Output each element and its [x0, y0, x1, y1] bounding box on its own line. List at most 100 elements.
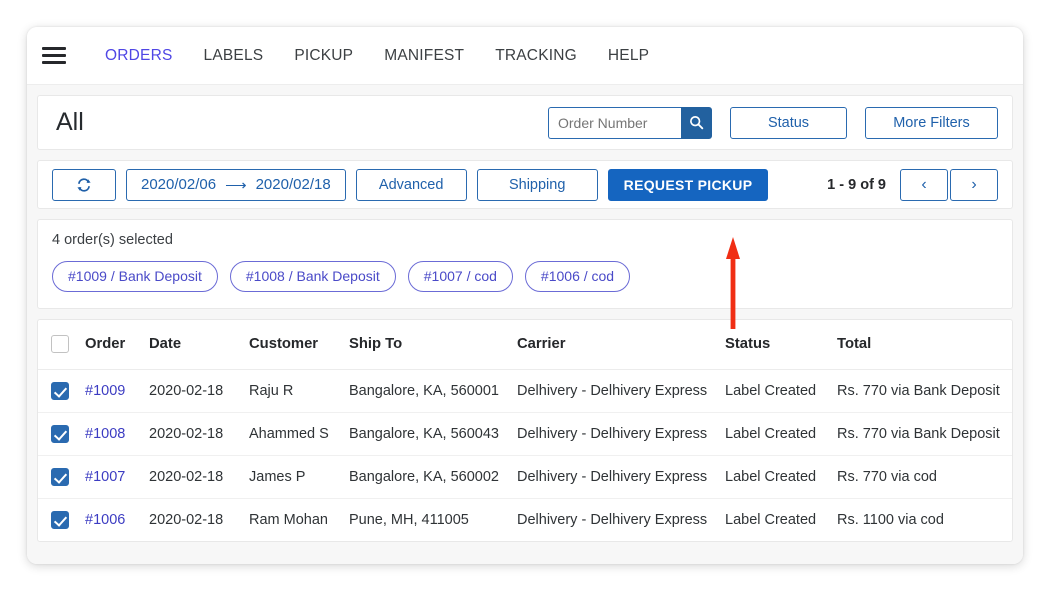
row-select-cell — [38, 499, 85, 542]
date-to-label: 2020/02/18 — [255, 176, 331, 193]
status-filter-button[interactable]: Status — [730, 106, 847, 139]
nav-item-tracking[interactable]: TRACKING — [489, 47, 583, 65]
table-row[interactable]: #1009 2020-02-18 Raju R Bangalore, KA, 5600… — [38, 369, 1012, 413]
selected-count-label: 4 order(s) selected — [52, 232, 173, 248]
date-range-filter[interactable]: 2020/02/06 ⟶ 2020/02/18 — [126, 168, 346, 201]
cell-ship-to: Bangalore, KA, 560002 — [349, 455, 517, 499]
search-button[interactable] — [681, 106, 712, 139]
table-header-row: Order Date Customer Ship To Carrier Stat… — [38, 320, 1012, 370]
column-header-status[interactable]: Status — [725, 320, 837, 370]
selected-order-chip[interactable]: #1008 / Bank Deposit — [229, 261, 396, 292]
row-select-cell — [38, 369, 85, 413]
row-select-checkbox[interactable] — [51, 382, 69, 400]
select-all-header — [38, 320, 85, 370]
cell-customer: James P — [249, 455, 349, 499]
cell-status: Label Created — [725, 512, 817, 528]
cell-carrier: Delhivery - Delhivery Express — [517, 369, 725, 413]
column-header-order[interactable]: Order — [85, 320, 149, 370]
date-range-arrow-icon: ⟶ — [225, 176, 247, 194]
cell-total: Rs. 770 via Bank Deposit — [837, 412, 1012, 456]
orders-table: Order Date Customer Ship To Carrier Stat… — [38, 320, 1012, 541]
selected-order-chip[interactable]: #1009 / Bank Deposit — [52, 261, 218, 292]
cell-carrier: Delhivery - Delhivery Express — [517, 412, 725, 456]
cell-total: Rs. 770 via Bank Deposit — [837, 369, 1012, 413]
toolbar-bar: 2020/02/06 ⟶ 2020/02/18 Advanced Shippin… — [37, 160, 1013, 209]
column-header-total[interactable]: Total — [837, 320, 1012, 370]
nav-item-pickup[interactable]: PICKUP — [288, 47, 359, 65]
cell-order: #1007 — [85, 455, 149, 499]
advanced-button[interactable]: Advanced — [355, 168, 467, 201]
pagination-previous-button[interactable]: ‹ — [900, 168, 948, 201]
nav-item-labels[interactable]: LABELS — [198, 47, 270, 65]
date-from-label: 2020/02/06 — [141, 176, 217, 193]
orders-table-body: #1009 2020-02-18 Raju R Bangalore, KA, 5600… — [38, 369, 1012, 542]
row-select-checkbox[interactable] — [51, 511, 69, 529]
selected-order-chip[interactable]: #1007 / cod — [407, 261, 513, 292]
column-header-customer[interactable]: Customer — [249, 320, 349, 370]
cell-carrier: Delhivery - Delhivery Express — [517, 512, 708, 528]
cell-customer: Ahammed S — [249, 412, 349, 456]
search-group — [548, 106, 712, 139]
cell-carrier: Delhivery - Delhivery Express — [517, 455, 725, 499]
hamburger-menu-icon[interactable] — [35, 37, 73, 75]
hamburger-bar — [42, 47, 66, 50]
nav-item-help[interactable]: HELP — [602, 47, 655, 65]
top-navigation-bar: ORDERS LABELS PICKUP MANIFEST TRACKING H… — [27, 27, 1023, 85]
cell-ship-to: Bangalore, KA, 560043 — [349, 412, 517, 456]
cell-status: Label Created — [725, 412, 837, 456]
table-row[interactable]: #1008 2020-02-18 Ahammed S Bangalore, KA, 5… — [38, 412, 1012, 456]
row-select-cell — [38, 412, 85, 456]
cell-date: 2020-02-18 — [149, 455, 249, 499]
app-window: ORDERS LABELS PICKUP MANIFEST TRACKING H… — [27, 27, 1023, 564]
cell-order: #1006 — [85, 499, 149, 542]
pagination: 1 - 9 of 9 ‹ › — [827, 168, 998, 201]
nav-item-manifest[interactable]: MANIFEST — [378, 47, 470, 65]
page-title: All — [56, 108, 84, 136]
orders-table-panel: Order Date Customer Ship To Carrier Stat… — [37, 319, 1013, 542]
column-header-date[interactable]: Date — [149, 320, 249, 370]
select-all-checkbox[interactable] — [51, 335, 69, 353]
order-link[interactable]: #1006 — [85, 512, 125, 528]
page-header-bar: All Status More Filters — [37, 95, 1013, 150]
cell-order: #1008 — [85, 412, 149, 456]
search-input[interactable] — [548, 106, 681, 139]
search-icon — [690, 116, 704, 130]
column-header-ship-to[interactable]: Ship To — [349, 320, 517, 370]
shipping-button[interactable]: Shipping — [476, 168, 598, 201]
row-select-checkbox[interactable] — [51, 425, 69, 443]
row-select-cell — [38, 455, 85, 499]
hamburger-bar — [42, 61, 66, 64]
orders-table-head: Order Date Customer Ship To Carrier Stat… — [38, 320, 1012, 370]
selection-summary-panel: 4 order(s) selected #1009 / Bank Deposit… — [37, 219, 1013, 309]
cell-status: Label Created — [725, 455, 837, 499]
refresh-button[interactable] — [52, 168, 116, 201]
nav-item-orders[interactable]: ORDERS — [99, 47, 179, 65]
cell-customer: Raju R — [249, 369, 349, 413]
selected-order-chip-list: #1009 / Bank Deposit #1008 / Bank Deposi… — [52, 261, 998, 292]
row-select-checkbox[interactable] — [51, 468, 69, 486]
cell-ship-to: Bangalore, KA, 560001 — [349, 369, 517, 413]
order-link[interactable]: #1007 — [85, 469, 125, 485]
cell-date: 2020-02-18 — [149, 512, 224, 528]
selected-order-chip[interactable]: #1006 / cod — [524, 261, 631, 292]
request-pickup-button[interactable]: REQUEST PICKUP — [607, 168, 769, 201]
cell-status: Label Created — [725, 369, 837, 413]
pagination-next-button[interactable]: › — [950, 168, 998, 201]
table-row[interactable]: #1007 2020-02-18 James P Bangalore, KA, 560… — [38, 455, 1012, 499]
column-header-carrier[interactable]: Carrier — [517, 320, 725, 370]
nav-link-list: ORDERS LABELS PICKUP MANIFEST TRACKING H… — [99, 47, 674, 65]
order-link[interactable]: #1008 — [85, 426, 125, 442]
cell-total: Rs. 770 via cod — [837, 455, 1012, 499]
cell-customer: Ram Mohan — [249, 512, 328, 528]
hamburger-bar — [42, 54, 66, 57]
cell-total: Rs. 1100 via cod — [837, 512, 944, 528]
table-row[interactable]: #1006 2020-02-18 Ram Mohan Pune, MH, 411005… — [38, 499, 1012, 542]
pagination-range-label: 1 - 9 of 9 — [827, 176, 886, 193]
order-link[interactable]: #1009 — [85, 383, 125, 399]
more-filters-button[interactable]: More Filters — [865, 106, 998, 139]
cell-date: 2020-02-18 — [149, 412, 249, 456]
refresh-icon — [77, 177, 91, 192]
cell-order: #1009 — [85, 369, 149, 413]
cell-ship-to: Pune, MH, 411005 — [349, 512, 469, 528]
cell-date: 2020-02-18 — [149, 369, 249, 413]
